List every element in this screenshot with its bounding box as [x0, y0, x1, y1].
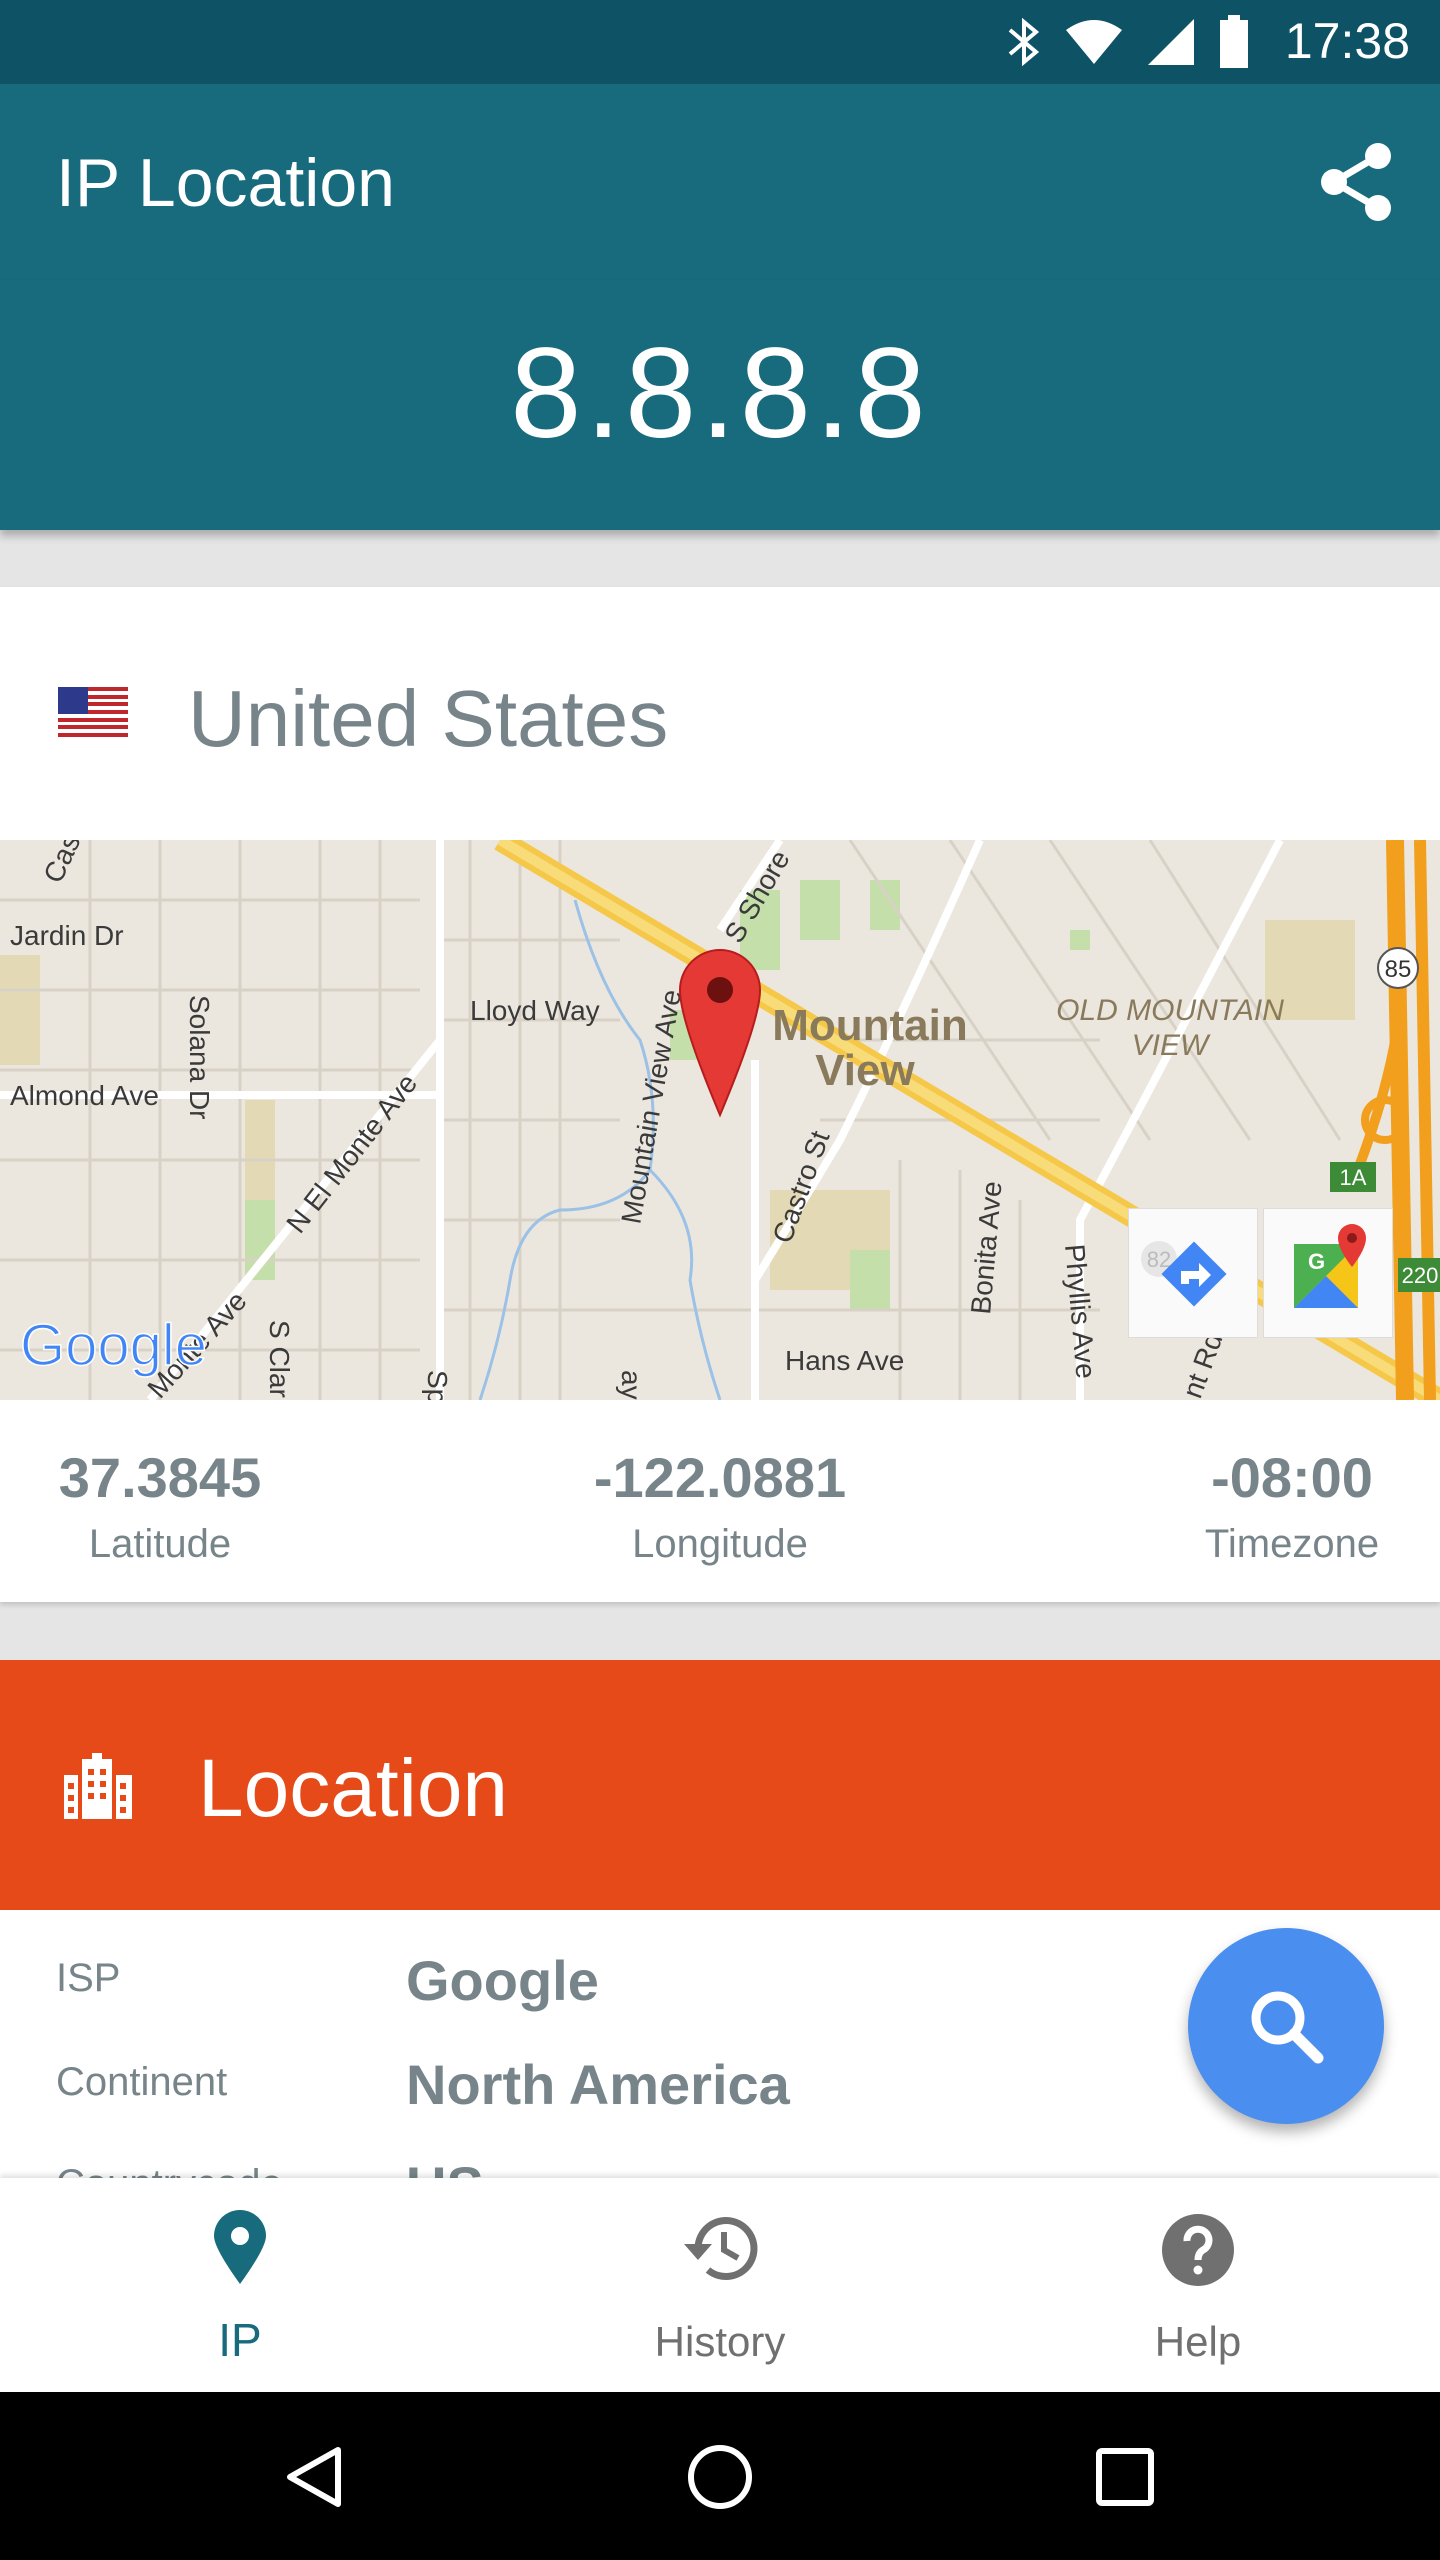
share-icon [1321, 143, 1391, 221]
help-icon [1162, 2214, 1234, 2286]
wifi-icon [1066, 20, 1122, 64]
nav-label-ip: IP [218, 2314, 262, 2366]
app-bar: IP Location [0, 84, 1440, 280]
latitude-block: 37.3845 Latitude [0, 1400, 320, 1602]
bluetooth-icon [1008, 17, 1040, 67]
history-icon [684, 2217, 758, 2280]
signal-icon [1148, 19, 1194, 65]
countrycode-value: US [406, 2154, 484, 2180]
ip-banner: 8.8.8.8 [0, 280, 1440, 530]
svg-text:G: G [1308, 1249, 1325, 1274]
map-label-old-mv-1: OLD MOUNTAIN [1056, 994, 1284, 1027]
home-icon[interactable] [685, 2442, 755, 2512]
latitude-label: Latitude [88, 1522, 232, 1566]
status-time: 17:38 [1284, 13, 1410, 69]
country-name: United States [188, 674, 669, 763]
map-label-hans: Hans Ave [785, 1345, 904, 1376]
status-icons [1006, 14, 1250, 70]
map-label-route-85: 85 [1385, 956, 1412, 983]
latitude-value: 37.3845 [58, 1446, 262, 1509]
search-icon [1251, 1991, 1324, 2064]
google-maps-icon: G [1294, 1224, 1366, 1308]
isp-label: ISP [56, 1956, 121, 2000]
battery-icon [1220, 15, 1248, 68]
system-navigation-bar [0, 2392, 1440, 2560]
map-label-solana: Solana Dr [184, 995, 215, 1120]
recents-icon[interactable] [1094, 2446, 1156, 2508]
location-card-title: Location [198, 1743, 509, 1834]
nav-item-ip[interactable]: IP [90, 2178, 390, 2392]
map-label-sclar: S Clar [264, 1320, 295, 1398]
nav-item-history[interactable]: History [570, 2178, 870, 2392]
location-pin-icon [214, 2210, 266, 2284]
back-icon[interactable] [282, 2444, 348, 2510]
longitude-label: Longitude [632, 1522, 808, 1566]
nav-item-help[interactable]: Help [1048, 2178, 1348, 2392]
nav-label-help: Help [1154, 2318, 1242, 2365]
map-label-jardin: Jardin Dr [10, 920, 124, 951]
nav-label-history: History [654, 2318, 786, 2365]
map-label-exit-1a: 1A [1340, 1165, 1367, 1190]
map-label-view: View [815, 1046, 915, 1095]
country-card: United States Jardin Dr Almond Ave Lloyd… [0, 587, 1440, 1602]
isp-value: Google [406, 1949, 599, 2012]
map-label-old-mv-2: VIEW [1132, 1029, 1211, 1062]
map-label-sp: Sp [422, 1370, 453, 1400]
longitude-block: -122.0881 Longitude [560, 1400, 880, 1602]
map-label-lloyd: Lloyd Way [470, 995, 600, 1026]
map-directions-button[interactable]: 82 [1128, 1208, 1258, 1338]
location-card-header: Location [0, 1660, 1440, 1910]
bottom-navigation: IP History Help [0, 2178, 1440, 2392]
coordinates-row: 37.3845 Latitude -122.0881 Longitude -08… [0, 1400, 1440, 1602]
map-google-logo: Google [20, 1313, 207, 1378]
map[interactable]: Jardin Dr Almond Ave Lloyd Way Hans Ave … [0, 840, 1440, 1400]
map-label-route-220: 220 [1402, 1263, 1439, 1288]
us-flag-icon [58, 687, 128, 737]
directions-icon: 82 [1141, 1241, 1227, 1307]
status-bar: 17:38 [0, 0, 1440, 84]
continent-value: North America [406, 2053, 790, 2116]
city-icon [64, 1753, 132, 1819]
map-label-ay: ay [616, 1370, 647, 1400]
continent-label: Continent [56, 2060, 228, 2104]
timezone-value: -08:00 [1211, 1446, 1373, 1509]
timezone-label: Timezone [1204, 1522, 1380, 1566]
map-label-almond: Almond Ave [10, 1080, 159, 1111]
share-button[interactable] [1318, 142, 1396, 222]
map-label-mountain: Mountain [772, 1001, 968, 1050]
app-title: IP Location [56, 145, 396, 221]
search-fab[interactable] [1188, 1928, 1384, 2124]
ip-address: 8.8.8.8 [510, 322, 930, 465]
map-open-in-maps-button[interactable]: G [1263, 1208, 1393, 1338]
longitude-value: -122.0881 [593, 1446, 847, 1509]
timezone-block: -08:00 Timezone [1132, 1400, 1440, 1602]
